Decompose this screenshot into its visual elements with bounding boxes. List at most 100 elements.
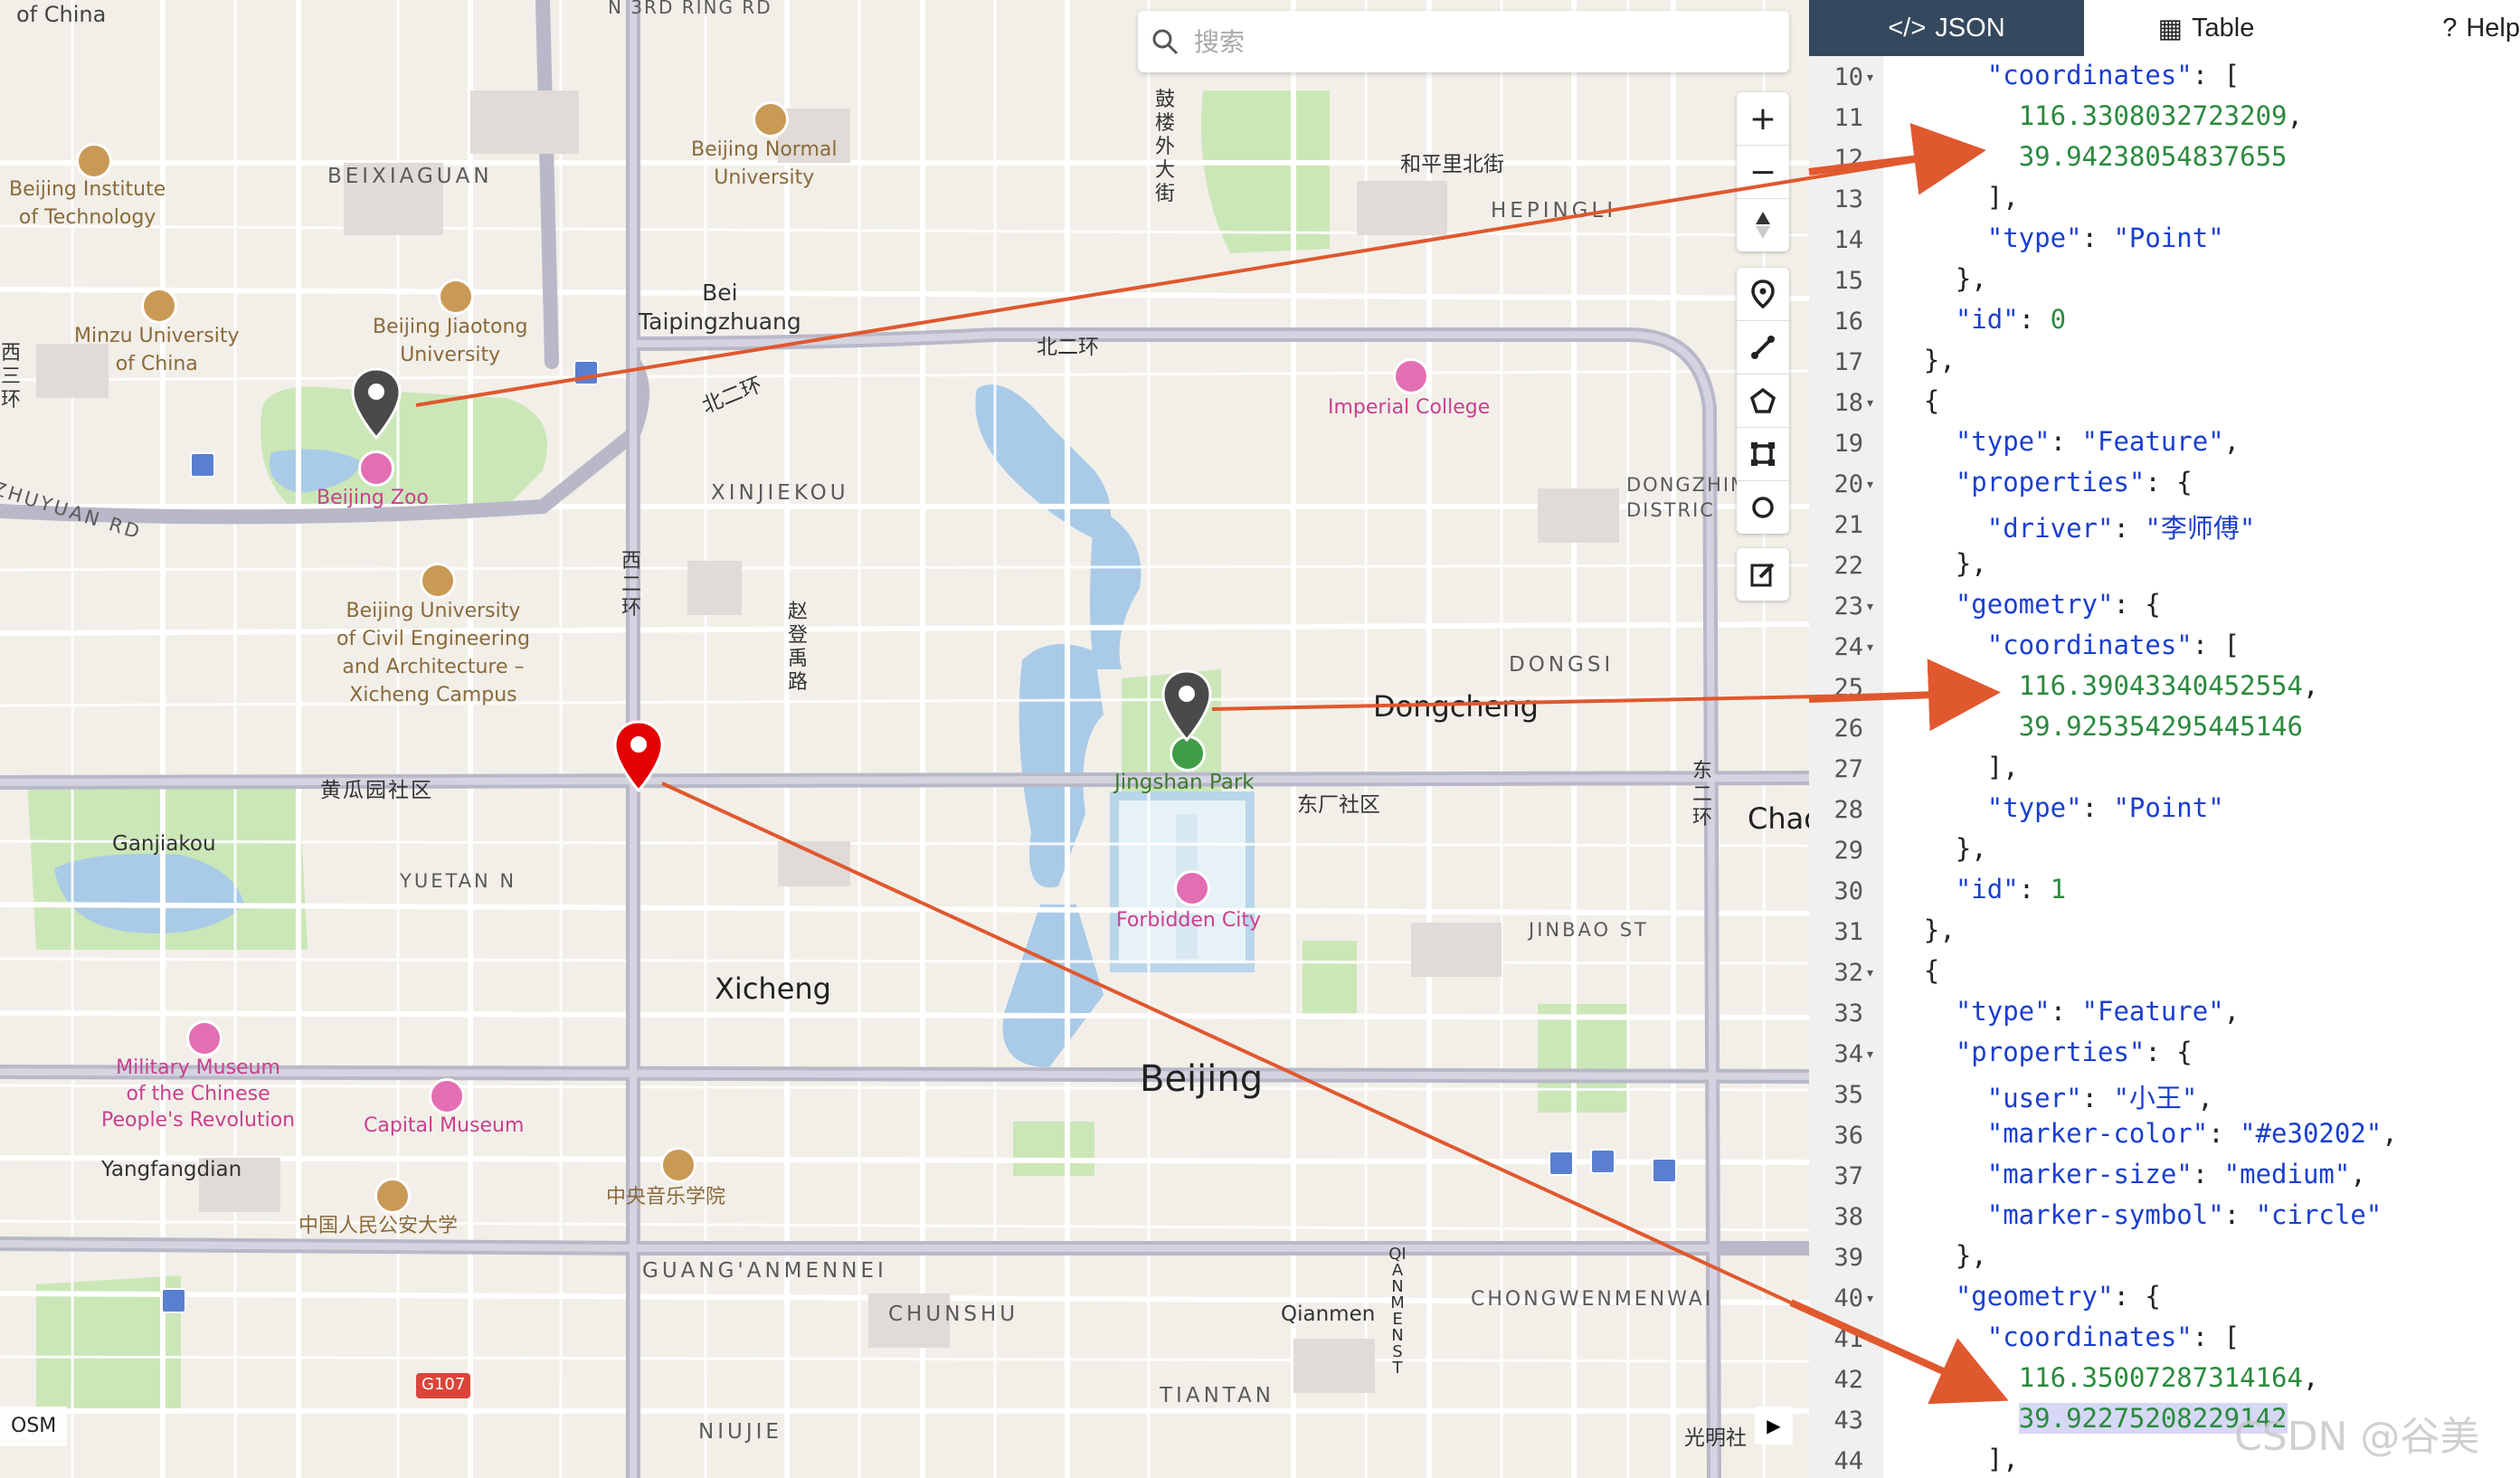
code-line: "coordinates": [ [1986,1322,2241,1352]
bus-stop-icon [161,1288,186,1313]
poi-label: Jingshan Park [1114,771,1255,794]
line-number: 13 [1833,185,1863,213]
poi-label: Capital Museum [364,1114,525,1137]
bus-stop-icon [573,360,599,385]
fold-toggle-icon[interactable]: ▾ [1867,396,1873,411]
district-label: Chao [1748,801,1809,836]
draw-rectangle-button[interactable] [1737,428,1789,481]
district-label: DONGSI [1509,653,1615,677]
map-view[interactable]: of China N 3RD RING RD Beijing Institute… [0,0,1809,1478]
university-icon [141,288,177,324]
code-icon: </> [1888,13,1927,43]
attribution-label[interactable]: OSM [0,1407,68,1446]
bus-stop-icon [1652,1158,1677,1183]
bus-stop-icon [1549,1151,1574,1176]
road-label: QIANMEN ST [1388,1245,1407,1378]
road-label: JINBAO ST [1529,919,1649,941]
search-input[interactable] [1192,25,1738,58]
poi-label: Beijing Jiaotong University [373,316,528,366]
poi-label: Beijing Normal University [691,138,838,189]
fold-toggle-icon[interactable]: ▾ [1867,1332,1873,1347]
watermark: CSDN @谷美 [2234,1414,2480,1460]
code-line: }, [1892,914,1956,945]
road-label: 北二环 [1037,336,1099,359]
district-label: YUETAN N [400,870,517,892]
draw-polygon-button[interactable] [1737,374,1789,428]
district-label: CHUNSHU [888,1303,1019,1326]
museum-icon [429,1078,465,1114]
fold-toggle-icon[interactable]: ▾ [1867,600,1873,614]
map-marker-gray[interactable] [351,367,402,440]
code-line: "geometry": { [1955,589,2161,620]
district-label: HEPINGLI [1491,199,1617,223]
collapse-panel-button[interactable]: ▶ [1755,1407,1793,1445]
code-line: "type": "Feature", [1955,996,2241,1027]
bus-stop-icon [1590,1149,1615,1174]
code-line: "coordinates": [ [1986,630,2241,660]
district-label: TIANTAN [1160,1384,1274,1407]
line-number: 42 [1833,1366,1863,1394]
tab-table[interactable]: ▦ Table [2084,0,2328,56]
line-number: 25 [1833,674,1863,702]
tab-label: Help [2466,13,2520,43]
map-label: of China [16,2,107,27]
zoom-out-button[interactable]: − [1737,146,1789,199]
line-number: 27 [1833,755,1863,783]
area-label: Bei Taipingzhuang [639,279,801,335]
draw-marker-button[interactable] [1737,268,1789,321]
code-line: 39.925354295445146 [2018,711,2303,742]
search-icon [1138,28,1192,55]
area-label: 黄瓜园社区 [320,779,433,802]
tab-help[interactable]: ? Help [2328,0,2520,56]
line-number: 38 [1833,1203,1863,1231]
road-label: 和平里北街 [1400,153,1504,176]
poi-label: 中国人民公安大学 [298,1215,459,1237]
line-number: 22 [1833,552,1863,580]
draw-circle-button[interactable] [1737,481,1789,534]
fold-toggle-icon[interactable]: ▾ [1867,478,1873,492]
code-line: "properties": { [1955,467,2193,497]
line-number: 15 [1833,267,1863,295]
district-label: DONGZHIM DISTRIC [1626,474,1749,521]
line-number: 41 [1833,1325,1863,1353]
draw-line-button[interactable] [1737,321,1789,374]
line-number: 17 [1833,348,1863,376]
code-line: }, [1892,345,1956,375]
zoom-in-button[interactable]: + [1737,92,1789,146]
code-line: "marker-symbol": "circle" [1986,1199,2383,1230]
line-number: 10 [1833,63,1863,91]
compass-button[interactable] [1737,199,1789,251]
code-line: "user": "小王", [1986,1083,2213,1113]
code-line: "driver": "李师傅" [1986,513,2256,544]
line-number: 40 [1833,1284,1863,1312]
rectangle-icon [1751,442,1775,466]
draw-controls [1737,268,1789,534]
fold-toggle-icon[interactable]: ▾ [1867,71,1873,85]
fold-toggle-icon[interactable]: ▾ [1867,1047,1873,1062]
poi-label: Imperial College [1328,396,1491,419]
search-bar[interactable] [1138,11,1789,72]
code-line: ], [1892,752,2019,782]
line-number: 26 [1833,715,1863,743]
edit-button[interactable] [1737,548,1789,601]
code-line: "type": "Point" [1986,792,2224,823]
university-icon [374,1178,411,1214]
tab-json[interactable]: </> JSON [1809,0,2084,56]
fold-toggle-icon[interactable]: ▾ [1867,1292,1873,1306]
road-label: 西二环 [621,550,641,620]
line-number: 32 [1833,959,1863,987]
code-line: ], [1892,182,2019,213]
poi-label: 中央音乐学院 [606,1186,726,1208]
poi-label: Forbidden City [1116,909,1261,932]
line-number: 16 [1833,308,1863,336]
map-marker-red[interactable] [613,720,664,792]
code-line: 116.39043340452554, [2018,670,2319,701]
code-line: { [1892,385,1940,416]
fold-toggle-icon[interactable]: ▾ [1867,966,1873,981]
map-marker-gray[interactable] [1161,669,1212,742]
area-label: Qianmen [1281,1303,1376,1326]
district-label: BEIXIAGUAN [327,165,493,188]
editor-panel: </> JSON ▦ Table ? Help 10 ▾ 11 12 13 14 15 16 1… [1809,0,2520,1478]
fold-toggle-icon[interactable]: ▾ [1867,640,1873,655]
panel-tabs: </> JSON ▦ Table ? Help [1809,0,2520,56]
